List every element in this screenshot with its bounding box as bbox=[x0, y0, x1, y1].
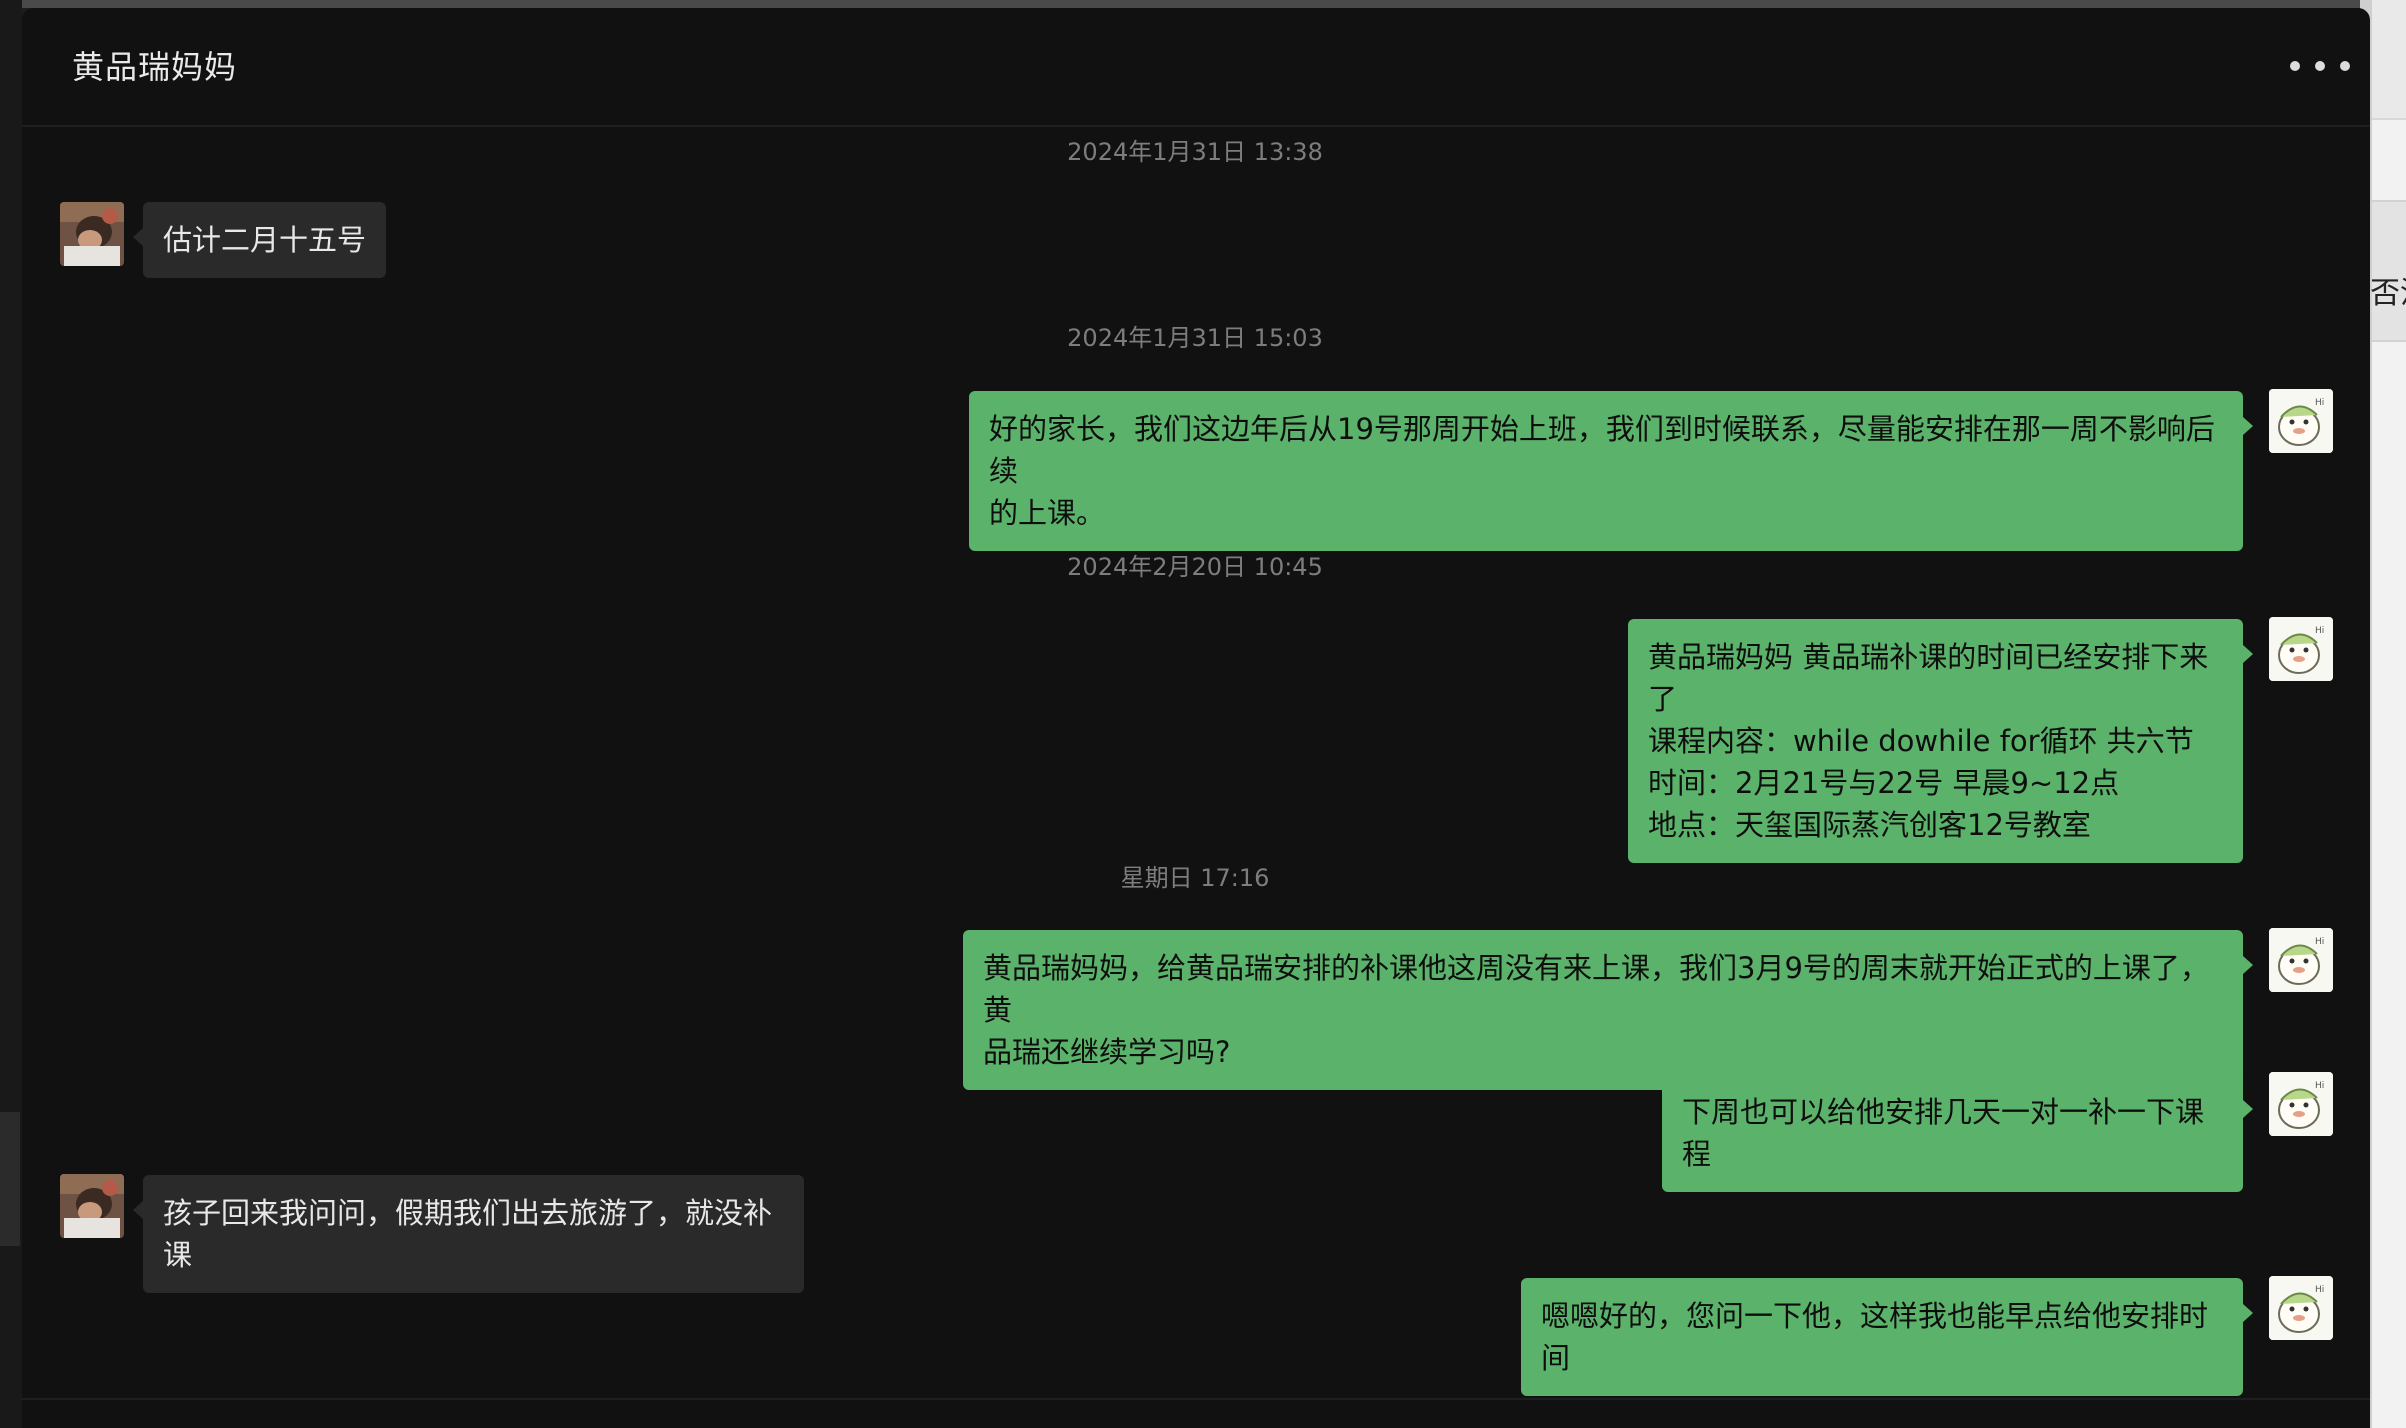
message-bubble-sent[interactable]: 好的家长，我们这边年后从19号那周开始上班，我们到时候联系，尽量能安排在那一周不… bbox=[969, 391, 2253, 551]
app-screen: 否沟 黄品瑞妈妈 2024年1月31日 13:38 估计二月十五号 2024年1… bbox=[0, 0, 2406, 1428]
input-divider bbox=[22, 1398, 2370, 1400]
svg-text:Hi: Hi bbox=[2315, 937, 2324, 947]
message-timestamp: 2024年1月31日 15:03 bbox=[1067, 324, 1323, 352]
svg-text:Hi: Hi bbox=[2315, 626, 2324, 636]
message-bubble-sent[interactable]: 黄品瑞妈妈，给黄品瑞安排的补课他这周没有来上课，我们3月9号的周末就开始正式的上… bbox=[963, 930, 2253, 1090]
user-avatar[interactable]: Hi bbox=[2269, 389, 2333, 453]
background-window-header bbox=[2372, 0, 2406, 120]
background-window-text: 否沟 bbox=[2370, 276, 2406, 311]
message-timestamp: 星期日 17:16 bbox=[1120, 864, 1270, 892]
user-avatar[interactable]: Hi bbox=[2269, 1276, 2333, 1340]
user-avatar[interactable]: Hi bbox=[2269, 1072, 2333, 1136]
chat-title: 黄品瑞妈妈 bbox=[72, 48, 238, 86]
user-avatar[interactable]: Hi bbox=[2269, 617, 2333, 681]
message-timestamp: 2024年2月20日 10:45 bbox=[1067, 553, 1323, 581]
message-bubble-sent[interactable]: 黄品瑞妈妈 黄品瑞补课的时间已经安排下来了 课程内容：while dowhile… bbox=[1628, 619, 2253, 863]
svg-text:Hi: Hi bbox=[2315, 1081, 2324, 1091]
user-avatar[interactable]: Hi bbox=[2269, 928, 2333, 992]
more-dots-icon[interactable] bbox=[2290, 46, 2350, 86]
contact-avatar[interactable] bbox=[60, 1174, 124, 1238]
contact-avatar[interactable] bbox=[60, 202, 124, 266]
svg-text:Hi: Hi bbox=[2315, 398, 2324, 408]
message-timestamp: 2024年1月31日 13:38 bbox=[1067, 138, 1323, 166]
message-bubble-sent[interactable]: 嗯嗯好的，您问一下他，这样我也能早点给他安排时间 bbox=[1521, 1278, 2253, 1396]
message-bubble-sent[interactable]: 下周也可以给他安排几天一对一补一下课程 bbox=[1662, 1074, 2253, 1192]
window-top-edge bbox=[0, 0, 2406, 8]
chat-header: 黄品瑞妈妈 bbox=[22, 8, 2370, 127]
svg-text:Hi: Hi bbox=[2315, 1285, 2324, 1295]
message-bubble-received[interactable]: 估计二月十五号 bbox=[132, 202, 387, 278]
left-scrollbar[interactable] bbox=[0, 1112, 20, 1246]
chat-window: 黄品瑞妈妈 2024年1月31日 13:38 估计二月十五号 2024年1月31… bbox=[22, 8, 2370, 1428]
message-bubble-received[interactable]: 孩子回来我问问，假期我们出去旅游了，就没补课 bbox=[133, 1175, 804, 1293]
